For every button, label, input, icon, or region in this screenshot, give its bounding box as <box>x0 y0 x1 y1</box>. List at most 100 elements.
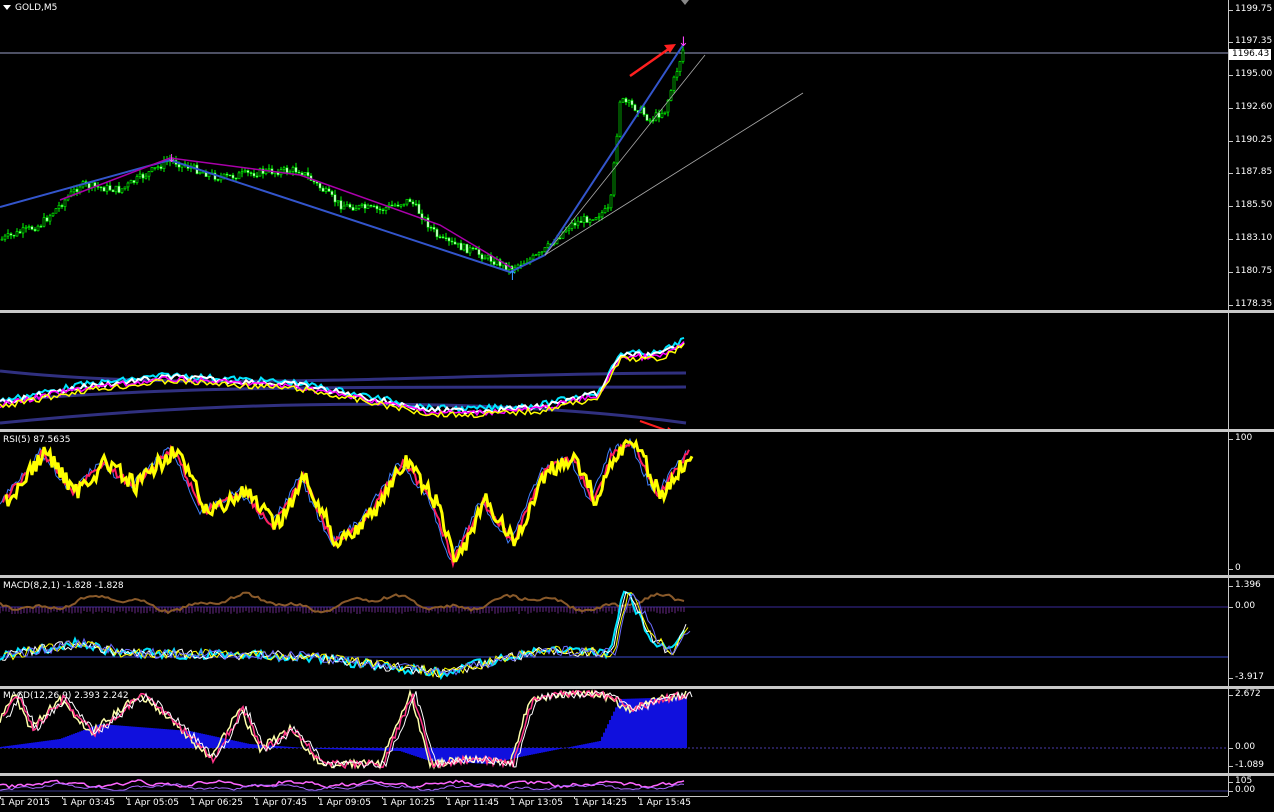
rsi-pane[interactable]: RSI(5) 87.5635 <box>0 432 1228 575</box>
candle-body <box>336 200 340 203</box>
candle-body <box>537 252 541 255</box>
candle-body <box>417 203 421 214</box>
macd-slow-tick: 0.00 <box>1228 742 1256 752</box>
candle-body <box>330 191 334 196</box>
candle-body <box>480 254 484 260</box>
candle-body <box>153 167 157 169</box>
rsi-lines <box>0 438 694 569</box>
zigzag-line <box>59 157 513 269</box>
candle-body <box>348 204 352 208</box>
candle-body <box>450 240 454 243</box>
candle-body <box>678 61 682 72</box>
candle-body <box>408 198 412 203</box>
macd-slow-pane[interactable]: MACD(12,26,9) 2.393 2.242 <box>0 689 1228 773</box>
candle-body <box>117 185 121 193</box>
candle-body <box>120 188 124 193</box>
bottom-tick: 0.00 <box>1228 785 1256 795</box>
candle-body <box>51 212 55 217</box>
candle-body <box>87 183 91 189</box>
candle-body <box>318 183 322 189</box>
oscillator-lines <box>0 336 687 429</box>
candle-body <box>468 247 472 254</box>
candle-body <box>663 111 667 114</box>
time-tick: 1 Apr 13:05 <box>510 796 563 808</box>
candle-body <box>42 217 46 227</box>
price-chart-pane[interactable]: GOLD,M5 ↓ ↑ ↓ <box>0 0 1228 310</box>
candle-body <box>123 186 127 190</box>
candle-body <box>429 226 433 229</box>
macd-fast-scale: 1.396 0.00 -3.917 <box>1228 578 1274 686</box>
oscillator-pane[interactable] <box>0 313 1228 429</box>
candle-body <box>3 235 7 240</box>
candle-body <box>252 172 256 177</box>
candle-body <box>594 217 598 221</box>
price-tick: 1180.75 <box>1228 266 1273 276</box>
candle-body <box>267 168 271 171</box>
candle-body <box>114 185 118 193</box>
time-tick: 1 Apr 2015 <box>0 796 50 808</box>
candle-body <box>465 243 469 254</box>
oscillator-scale <box>1228 313 1274 429</box>
time-tick: 1 Apr 09:05 <box>318 796 371 808</box>
macd-fast-pane[interactable]: MACD(8,2,1) -1.828 -1.828 <box>0 578 1228 686</box>
candle-body <box>597 216 601 219</box>
scroll-marker-icon <box>681 0 689 5</box>
candle-body <box>36 225 40 232</box>
candle-body <box>618 101 622 137</box>
price-tick: 1183.10 <box>1228 233 1273 243</box>
candle-body <box>573 222 577 226</box>
candle-body <box>564 229 568 233</box>
candle-body <box>99 186 103 189</box>
candle-body <box>78 186 82 193</box>
candle-body <box>354 208 358 211</box>
time-tick: 1 Apr 06:25 <box>190 796 243 808</box>
candle-body <box>402 203 406 206</box>
candle-body <box>435 229 439 238</box>
candle-body <box>33 229 37 232</box>
candle-body <box>126 182 130 188</box>
time-axis: 1 Apr 2015 1 Apr 03:45 1 Apr 05:05 1 Apr… <box>0 796 1228 812</box>
candle-body <box>135 176 139 183</box>
candle-body <box>588 219 592 223</box>
candle-body <box>558 237 562 240</box>
candle-body <box>6 233 10 237</box>
candle-body <box>414 203 418 206</box>
rsi-tick: 0 <box>1229 563 1241 573</box>
macd-signal-line <box>0 590 685 681</box>
macd-fast-tick: -3.917 <box>1228 672 1265 682</box>
price-scale: 1199.75 1197.35 1195.00 1192.60 1190.25 … <box>1228 0 1274 310</box>
time-tick: 1 Apr 11:45 <box>446 796 499 808</box>
candle-body <box>411 201 415 205</box>
candle-body <box>444 237 448 240</box>
candle-body <box>648 119 652 122</box>
candle-body <box>432 227 436 230</box>
candle-body <box>375 205 379 210</box>
candle-body <box>246 170 250 173</box>
candle-body <box>441 236 445 239</box>
candle-body <box>39 225 43 228</box>
candle-body <box>150 167 154 172</box>
candle-body <box>393 204 397 207</box>
candle-body <box>645 114 649 121</box>
candle-body <box>201 171 205 174</box>
candle-body <box>0 238 4 241</box>
candle-body <box>603 208 607 214</box>
candle-body <box>45 217 49 222</box>
macd-fast-tick: 1.396 <box>1229 580 1261 590</box>
bottom-line <box>0 779 685 789</box>
candle-body <box>615 135 619 164</box>
bottom-indicator-pane[interactable] <box>0 776 1228 796</box>
candle-body <box>369 204 373 207</box>
candle-body <box>486 254 490 259</box>
candle-body <box>546 243 550 248</box>
candle-body <box>366 204 370 209</box>
candle-body <box>159 166 163 169</box>
current-price-label: 1196.43 <box>1229 49 1271 60</box>
time-tick: 1 Apr 10:25 <box>382 796 435 808</box>
candle-body <box>105 185 109 192</box>
candle-body <box>384 207 388 211</box>
candle-body <box>54 208 58 214</box>
candle-body <box>237 172 241 180</box>
macd-slow-lines <box>0 689 1228 770</box>
bottom-indicator-lines <box>0 779 1228 792</box>
